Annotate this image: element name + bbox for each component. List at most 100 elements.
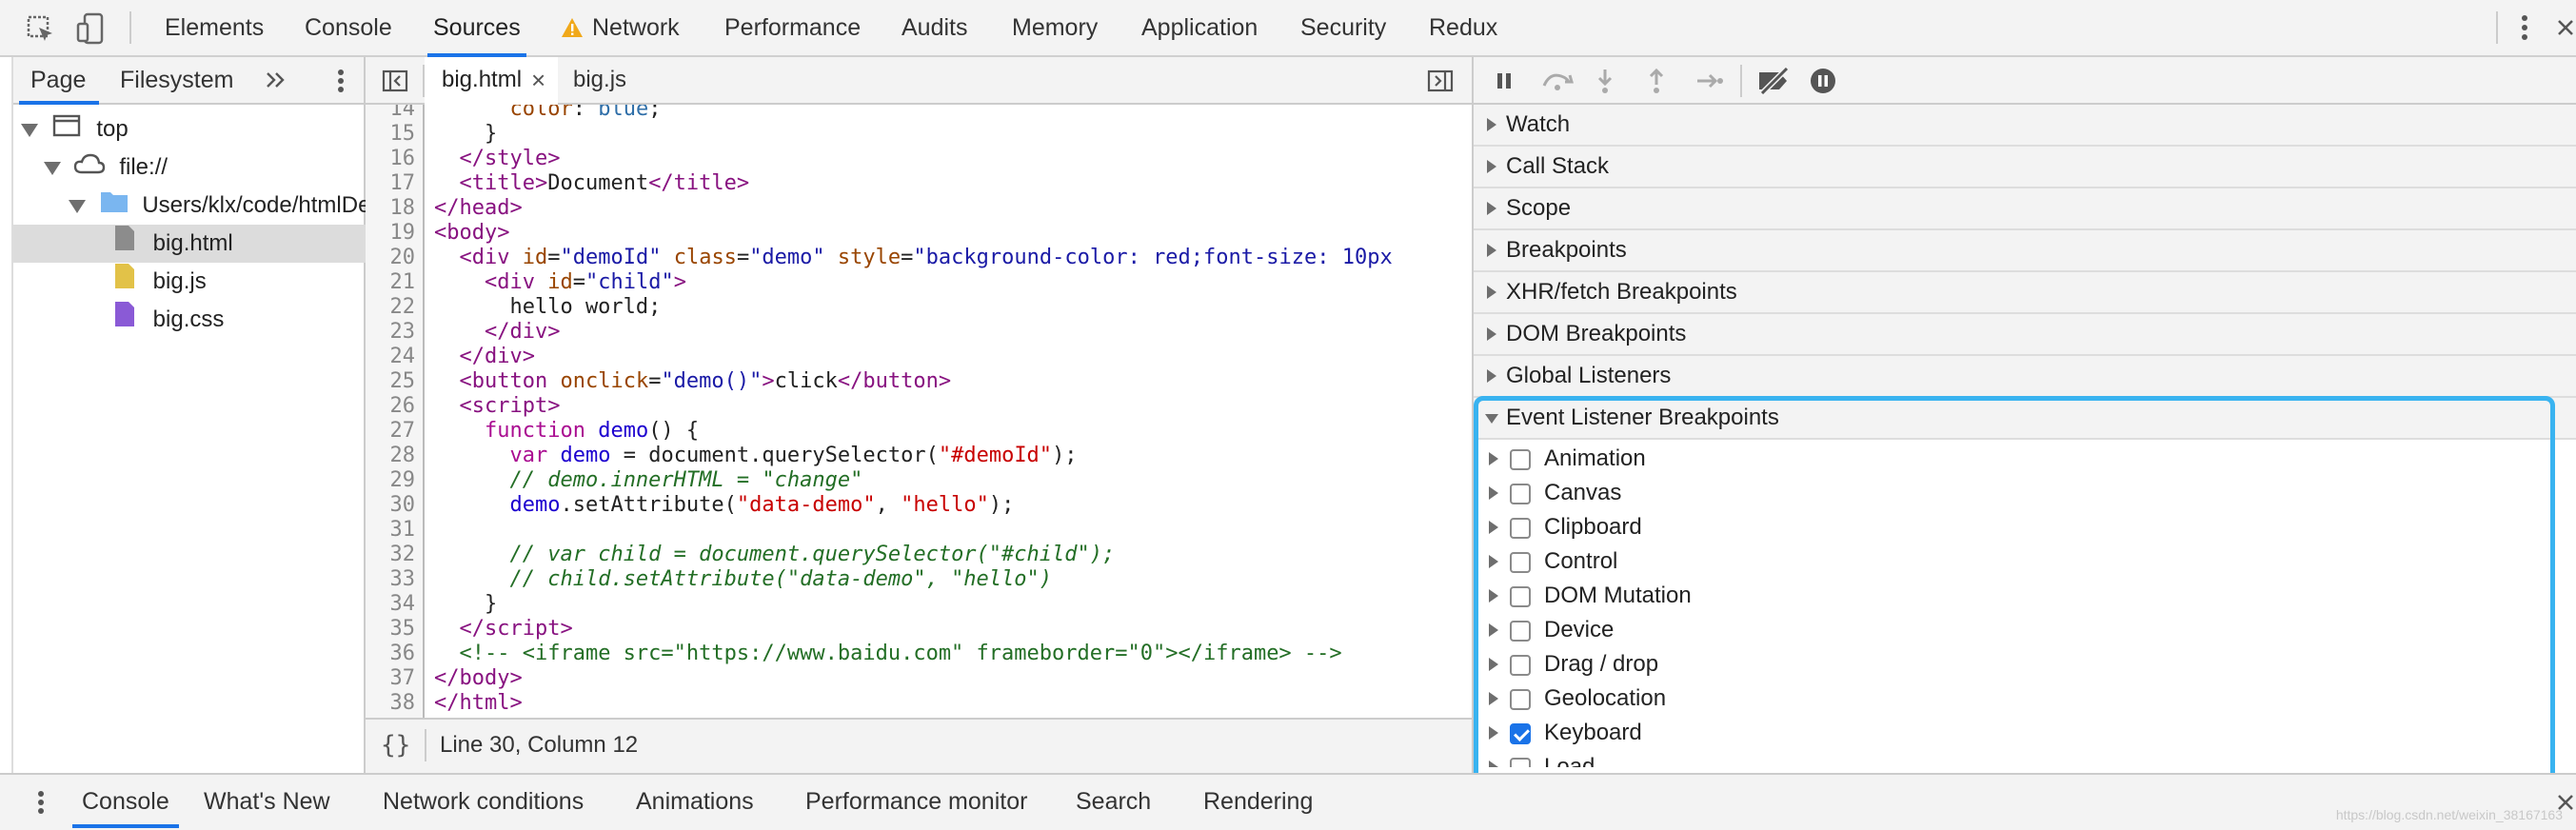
tab-audits[interactable]: Audits (902, 0, 967, 55)
event-category-row[interactable]: Geolocation (1474, 682, 2559, 716)
checkbox[interactable] (1510, 689, 1531, 710)
checkbox[interactable] (1510, 621, 1531, 642)
drawer-tab-console[interactable]: Console (72, 775, 179, 828)
checkbox[interactable] (1510, 518, 1531, 539)
pane-call-stack[interactable]: Call Stack (1474, 147, 2576, 188)
checkbox-checked[interactable] (1510, 723, 1531, 744)
code-area[interactable]: color: blue; } </style> <title>Document<… (426, 105, 1472, 718)
close-devtools-icon[interactable] (2555, 13, 2576, 42)
line-number[interactable]: 25 (390, 369, 416, 394)
drawer-tab-network-conditions[interactable]: Network conditions (383, 775, 584, 828)
event-category-row[interactable]: DOM Mutation (1474, 579, 2559, 613)
line-number[interactable]: 29 (390, 468, 416, 493)
deactivate-breakpoints-icon[interactable] (1755, 67, 1793, 95)
event-category-row[interactable]: Load (1474, 750, 2559, 767)
line-number[interactable]: 14 (390, 105, 416, 122)
line-number[interactable]: 19 (390, 221, 416, 246)
event-category-row[interactable]: Keyboard (1474, 716, 2559, 750)
checkbox[interactable] (1510, 758, 1531, 767)
pane-event-listener-breakpoints[interactable]: Event Listener Breakpoints (1474, 398, 2576, 440)
collapsed-triangle-icon[interactable] (1489, 623, 1498, 637)
collapsed-triangle-icon[interactable] (1489, 521, 1498, 534)
event-category-row[interactable]: Canvas (1474, 476, 2559, 510)
drawer-tab-search[interactable]: Search (1076, 775, 1151, 828)
event-category-row[interactable]: Drag / drop (1474, 647, 2559, 682)
line-number[interactable]: 37 (390, 666, 416, 691)
collapsed-triangle-icon[interactable] (1489, 555, 1498, 568)
inspect-element-icon[interactable] (25, 13, 57, 46)
tab-security[interactable]: Security (1300, 0, 1386, 55)
tab-memory[interactable]: Memory (1012, 0, 1098, 55)
drawer-tab-animations[interactable]: Animations (636, 775, 754, 828)
drawer-tab-performance-monitor[interactable]: Performance monitor (805, 775, 1027, 828)
more-menu-icon[interactable] (2513, 11, 2536, 44)
line-number[interactable]: 18 (390, 196, 416, 221)
tab-redux[interactable]: Redux (1429, 0, 1497, 55)
checkbox[interactable] (1510, 655, 1531, 676)
line-number[interactable]: 38 (390, 691, 416, 716)
line-number[interactable]: 27 (390, 419, 416, 444)
tab-network[interactable]: Network (592, 0, 680, 55)
line-number[interactable]: 32 (390, 543, 416, 567)
pretty-print-button[interactable]: {} (381, 720, 410, 771)
event-category-row[interactable]: Device (1474, 613, 2559, 647)
line-number[interactable]: 33 (390, 567, 416, 592)
pause-on-exceptions-icon[interactable] (1809, 67, 1837, 95)
pane-watch[interactable]: Watch (1474, 105, 2576, 147)
line-number[interactable]: 28 (390, 444, 416, 468)
tab-page[interactable]: Page (18, 57, 100, 105)
tab-elements[interactable]: Elements (165, 0, 264, 55)
tab-performance[interactable]: Performance (724, 0, 861, 55)
tab-sources[interactable]: Sources (427, 0, 526, 57)
collapsed-triangle-icon[interactable] (1489, 452, 1498, 465)
drawer-menu-icon[interactable] (34, 788, 48, 817)
line-number[interactable]: 36 (390, 642, 416, 666)
collapsed-triangle-icon[interactable] (1489, 761, 1498, 767)
pane-global-listeners[interactable]: Global Listeners (1474, 356, 2576, 398)
pause-icon[interactable] (1493, 69, 1516, 93)
line-number[interactable]: 26 (390, 394, 416, 419)
tree-item-file[interactable]: big.html (114, 225, 233, 263)
line-number[interactable]: 22 (390, 295, 416, 320)
navigator-menu-icon[interactable] (331, 67, 350, 95)
toggle-debugger-icon[interactable] (1426, 69, 1455, 93)
pane-dom-breakpoints[interactable]: DOM Breakpoints (1474, 314, 2576, 356)
tree-item-file[interactable]: big.js (114, 263, 207, 301)
tree-item-top[interactable]: top (21, 110, 129, 148)
device-toolbar-icon[interactable] (74, 11, 107, 46)
checkbox[interactable] (1510, 586, 1531, 607)
pane-xhr-breakpoints[interactable]: XHR/fetch Breakpoints (1474, 272, 2576, 314)
collapsed-triangle-icon[interactable] (1489, 692, 1498, 705)
editor-tab-active[interactable]: big.html × (425, 57, 558, 105)
line-number[interactable]: 30 (390, 493, 416, 518)
line-number[interactable]: 15 (390, 122, 416, 147)
line-number[interactable]: 21 (390, 270, 416, 295)
collapsed-triangle-icon[interactable] (1489, 486, 1498, 500)
tab-console[interactable]: Console (305, 0, 392, 55)
checkbox[interactable] (1510, 449, 1531, 470)
collapsed-triangle-icon[interactable] (1489, 726, 1498, 740)
pane-scope[interactable]: Scope (1474, 188, 2576, 230)
more-tabs-chevron-icon[interactable] (263, 67, 289, 93)
tab-application[interactable]: Application (1141, 0, 1258, 55)
checkbox[interactable] (1510, 552, 1531, 573)
editor-tab-inactive[interactable]: big.js (573, 57, 626, 103)
tree-item-file[interactable]: big.css (114, 301, 224, 339)
tree-item-origin[interactable]: file:// (44, 148, 168, 187)
line-number[interactable]: 31 (390, 518, 416, 543)
pane-breakpoints[interactable]: Breakpoints (1474, 230, 2576, 272)
event-category-row[interactable]: Control (1474, 544, 2559, 579)
collapsed-triangle-icon[interactable] (1489, 589, 1498, 603)
toggle-navigator-icon[interactable] (381, 69, 409, 93)
tree-item-folder[interactable]: Users/klx/code/htmlDe (69, 187, 370, 225)
drawer-tab-rendering[interactable]: Rendering (1203, 775, 1313, 828)
line-number[interactable]: 23 (390, 320, 416, 345)
line-number[interactable]: 16 (390, 147, 416, 171)
collapsed-triangle-icon[interactable] (1489, 658, 1498, 671)
tab-filesystem[interactable]: Filesystem (120, 57, 233, 103)
checkbox[interactable] (1510, 484, 1531, 504)
line-number[interactable]: 20 (390, 246, 416, 270)
close-tab-icon[interactable]: × (531, 57, 545, 103)
line-number[interactable]: 17 (390, 171, 416, 196)
event-category-row[interactable]: Clipboard (1474, 510, 2559, 544)
